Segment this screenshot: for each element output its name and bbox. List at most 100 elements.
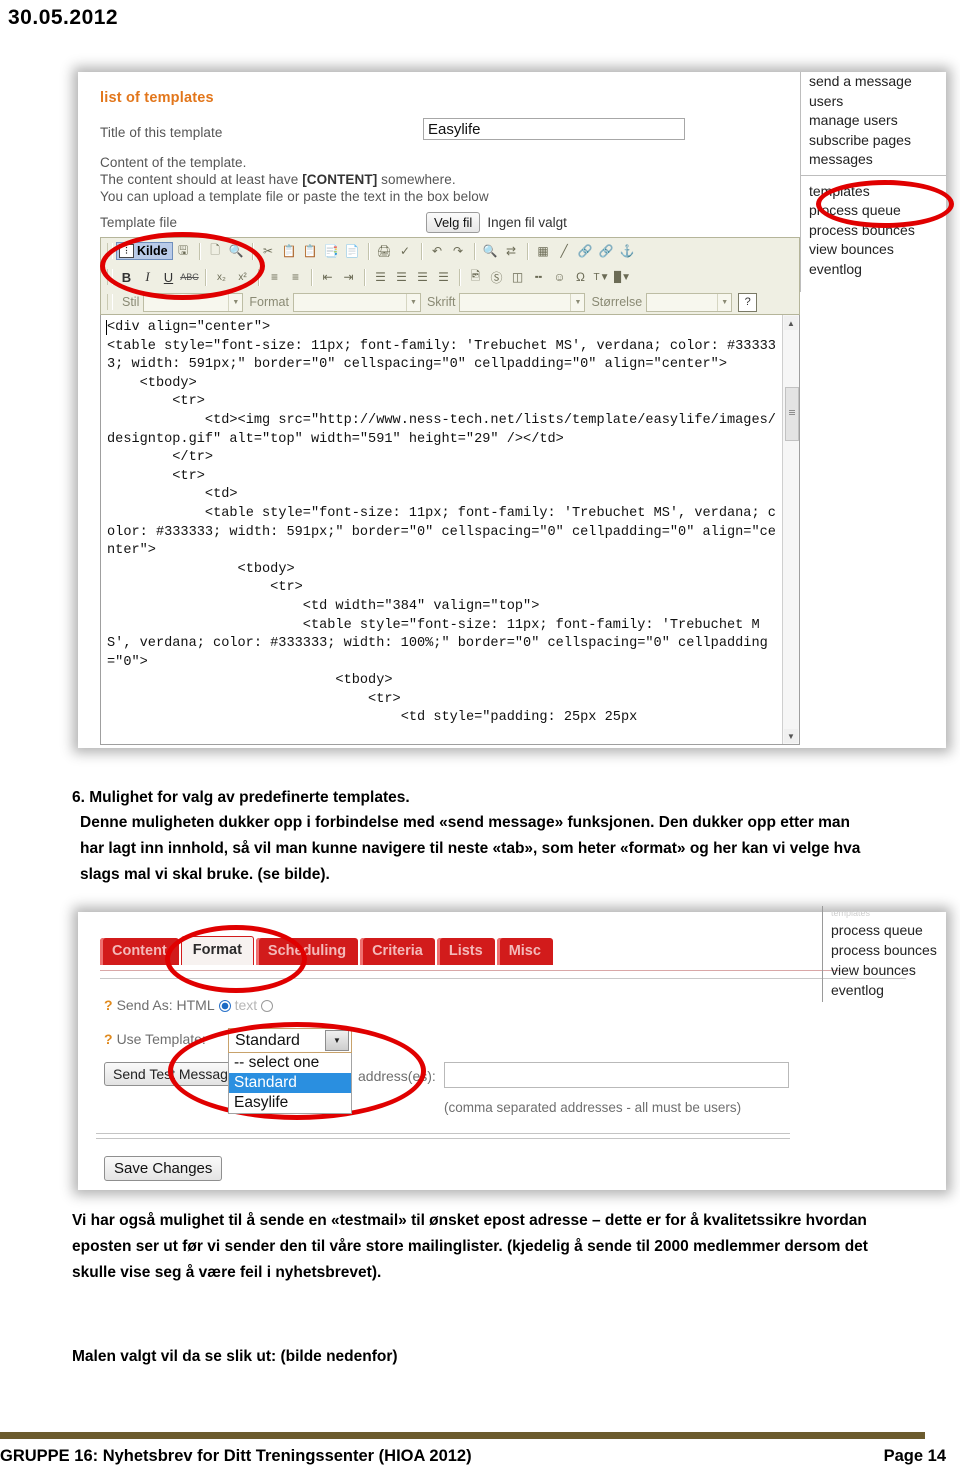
option-select-one[interactable]: -- select one — [229, 1053, 351, 1073]
nav-item-view-bounces[interactable]: view bounces — [831, 960, 960, 980]
select-all-icon[interactable]: ▦ — [534, 242, 553, 261]
bold-icon[interactable]: B — [117, 268, 136, 287]
size-select-value — [647, 294, 717, 311]
undo-icon[interactable]: ↶ — [428, 242, 447, 261]
strikethrough-icon[interactable]: ABC — [180, 268, 199, 287]
source-code-textarea[interactable]: <div align="center"> <table style="font-… — [100, 315, 800, 745]
chevron-down-icon[interactable]: ▼ — [325, 1030, 349, 1051]
replace-icon[interactable]: ⇄ — [502, 242, 521, 261]
section-heading-text: Mulighet for valg av predefinerte templa… — [89, 789, 410, 806]
font-select-value — [460, 294, 570, 311]
tab-scheduling[interactable]: Scheduling — [255, 938, 359, 965]
new-page-icon[interactable]: 🗋 — [206, 242, 225, 261]
section-number: 6. — [72, 789, 85, 806]
use-template-option-list[interactable]: -- select one Standard Easylife — [228, 1053, 352, 1114]
scroll-up-icon[interactable]: ▲ — [784, 316, 798, 330]
smiley-icon[interactable]: ☺ — [550, 268, 569, 287]
send-as-label: Send As: HTML — [116, 997, 215, 1013]
option-easylife[interactable]: Easylife — [229, 1093, 351, 1113]
toolbar-grip-icon — [107, 243, 113, 259]
use-template-select[interactable]: Standard ▼ — [228, 1028, 352, 1053]
size-select[interactable]: ▼ — [646, 292, 733, 312]
toolbar-separator — [367, 242, 369, 260]
superscript-icon[interactable]: x² — [233, 268, 252, 287]
nav-item-users[interactable]: users — [809, 92, 946, 112]
nav-item-process-bounces[interactable]: process bounces — [809, 221, 946, 241]
italic-icon[interactable]: I — [138, 268, 157, 287]
subscript-icon[interactable]: x₂ — [212, 268, 231, 287]
style-select[interactable]: ▼ — [143, 292, 244, 312]
nav-item-templates-faded[interactable]: templates — [831, 906, 960, 920]
address-input[interactable] — [444, 1062, 789, 1088]
font-select[interactable]: ▼ — [459, 292, 586, 312]
content-token: [CONTENT] — [302, 172, 378, 187]
nav-item-send-a-message[interactable]: send a message — [809, 72, 946, 92]
tab-lists[interactable]: Lists — [436, 938, 495, 965]
nav-item-templates[interactable]: templates — [809, 182, 946, 202]
anchor-icon[interactable]: ⚓ — [618, 242, 637, 261]
nav-item-subscribe-pages[interactable]: subscribe pages — [809, 131, 946, 151]
save-changes-button[interactable]: Save Changes — [104, 1156, 223, 1181]
choose-file-button[interactable]: Velg fil — [426, 212, 481, 233]
tab-content[interactable]: Content — [100, 938, 179, 965]
indent-icon[interactable]: ⇥ — [339, 268, 358, 287]
nav-item-process-queue[interactable]: process queue — [831, 920, 960, 940]
numbered-list-icon[interactable]: ≡ — [265, 268, 284, 287]
paste-icon[interactable]: 📋 — [301, 242, 320, 261]
help-icon[interactable]: ? — [738, 292, 758, 312]
align-right-icon[interactable]: ☰ — [413, 268, 432, 287]
special-char-icon[interactable]: Ω — [571, 268, 590, 287]
unlink-icon[interactable]: 🔗 — [597, 242, 616, 261]
bulleted-list-icon[interactable]: ≡ — [286, 268, 305, 287]
paste-word-icon[interactable]: 📄 — [343, 242, 362, 261]
table-icon[interactable]: ◫ — [508, 268, 527, 287]
format-select[interactable]: ▼ — [292, 292, 421, 312]
spellcheck-icon[interactable]: ✓ — [396, 242, 415, 261]
tab-misc[interactable]: Misc — [496, 938, 553, 965]
tab-criteria[interactable]: Criteria — [360, 938, 435, 965]
send-test-message-button[interactable]: Send Test Message — [104, 1062, 245, 1086]
nav-item-eventlog[interactable]: eventlog — [809, 260, 946, 280]
radio-text[interactable] — [261, 1000, 274, 1012]
remove-format-icon[interactable]: ╱ — [555, 242, 574, 261]
outdent-icon[interactable]: ⇤ — [318, 268, 337, 287]
toolbar-separator — [311, 268, 312, 286]
paste-text-icon[interactable]: 📑 — [322, 242, 341, 261]
align-left-icon[interactable]: ☰ — [371, 268, 390, 287]
help-marker-icon[interactable]: ? — [104, 997, 113, 1013]
preview-icon[interactable]: 🔍 — [227, 242, 246, 261]
help-marker-icon[interactable]: ? — [104, 1031, 113, 1047]
scroll-down-icon[interactable]: ▼ — [784, 729, 798, 743]
copy-icon[interactable]: 📋 — [280, 242, 299, 261]
tab-format[interactable]: Format — [180, 936, 254, 965]
find-icon[interactable]: 🔍 — [481, 242, 500, 261]
save-icon[interactable]: 🖫 — [174, 242, 193, 261]
align-center-icon[interactable]: ☰ — [392, 268, 411, 287]
nav-item-messages[interactable]: messages — [809, 150, 946, 170]
nav-item-eventlog[interactable]: eventlog — [831, 980, 960, 1000]
option-standard[interactable]: Standard — [229, 1073, 351, 1093]
align-justify-icon[interactable]: ☰ — [434, 268, 453, 287]
scrollbar-thumb[interactable] — [785, 387, 799, 441]
panel-title-list-of-templates: list of templates — [100, 90, 214, 106]
nav-item-process-queue[interactable]: process queue — [809, 201, 946, 221]
source-button[interactable]: ⋮ Kilde — [116, 242, 173, 260]
nav-item-view-bounces[interactable]: view bounces — [809, 240, 946, 260]
vertical-scrollbar[interactable]: ▲ ▼ — [782, 315, 799, 744]
text-color-icon[interactable]: T▼ — [592, 268, 611, 287]
background-color-icon[interactable]: █▼ — [613, 268, 632, 287]
chevron-down-icon: ▼ — [717, 293, 731, 311]
radio-html[interactable] — [218, 1000, 231, 1012]
cut-icon[interactable]: ✂ — [259, 242, 278, 261]
image-icon[interactable]: 🖻 — [466, 268, 485, 287]
tab-bar-underline — [100, 967, 840, 971]
link-icon[interactable]: 🔗 — [576, 242, 595, 261]
nav-item-process-bounces[interactable]: process bounces — [831, 940, 960, 960]
nav-item-manage-users[interactable]: manage users — [809, 111, 946, 131]
print-icon[interactable]: 🖨 — [375, 242, 394, 261]
redo-icon[interactable]: ↷ — [449, 242, 468, 261]
horizontal-rule-icon[interactable]: ╍ — [529, 268, 548, 287]
template-title-input[interactable]: Easylife — [423, 118, 685, 140]
underline-icon[interactable]: U — [159, 268, 178, 287]
flash-icon[interactable]: Ⓢ — [487, 268, 506, 287]
